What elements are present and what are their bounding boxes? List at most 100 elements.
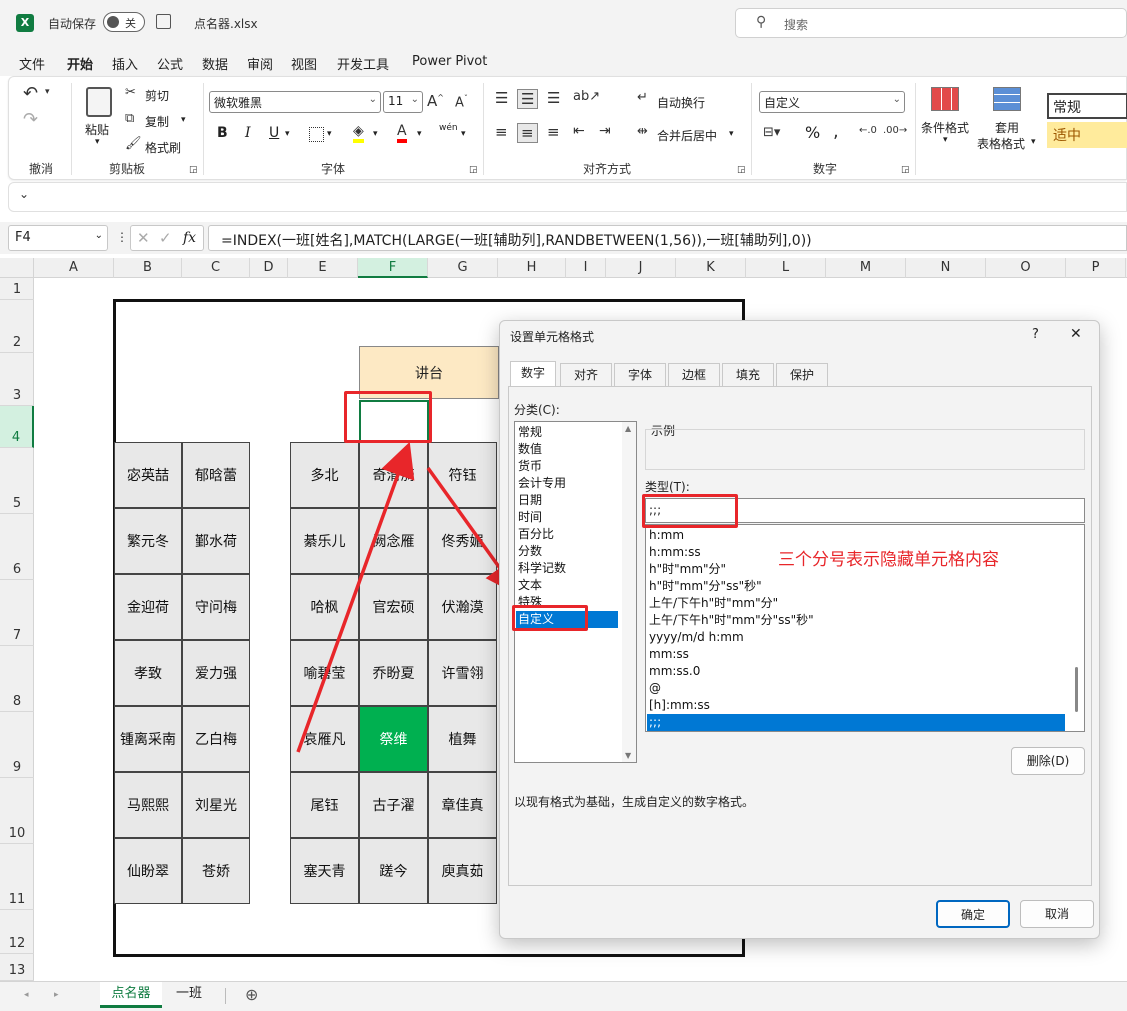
column-header-d[interactable]: D bbox=[250, 258, 288, 278]
seat-cell[interactable]: 仙盼翠 bbox=[114, 838, 182, 904]
scroll-right-icon[interactable]: ▸ bbox=[54, 990, 59, 1000]
style-neutral[interactable]: 适中 bbox=[1047, 122, 1127, 148]
seat-cell[interactable]: 哀雁凡 bbox=[290, 706, 359, 772]
copy-icon[interactable]: ⧉ bbox=[125, 111, 134, 126]
decrease-font-icon[interactable]: Aˇ bbox=[455, 94, 468, 110]
row-header-12[interactable]: 12 bbox=[0, 910, 34, 954]
menu-formulas[interactable]: 公式 bbox=[157, 54, 183, 73]
underline-button[interactable]: U bbox=[269, 125, 279, 141]
format-item[interactable]: h:mm bbox=[649, 527, 684, 544]
orientation-icon[interactable]: ab↗ bbox=[573, 89, 600, 104]
format-item[interactable]: h"时"mm"分" bbox=[649, 561, 726, 578]
seat-cell[interactable]: 乙白梅 bbox=[182, 706, 250, 772]
seat-cell[interactable]: 孝致 bbox=[114, 640, 182, 706]
column-header-j[interactable]: J bbox=[606, 258, 676, 278]
fill-color-icon[interactable]: ◈ bbox=[353, 123, 364, 143]
more-options-icon[interactable]: ⋮ bbox=[116, 230, 128, 244]
column-header-o[interactable]: O bbox=[986, 258, 1066, 278]
font-launcher-icon[interactable]: ◲ bbox=[469, 165, 478, 175]
merge-center-button[interactable]: 合并后居中 bbox=[657, 127, 717, 144]
column-header-i[interactable]: I bbox=[566, 258, 606, 278]
font-size-combo[interactable]: 11 ⌄ bbox=[383, 91, 423, 113]
seat-cell[interactable]: 古子濯 bbox=[359, 772, 428, 838]
decrease-decimal-icon[interactable]: .00→ bbox=[883, 125, 907, 136]
help-button[interactable]: ? bbox=[1032, 327, 1039, 342]
wrap-text-icon[interactable]: ↵ bbox=[637, 90, 648, 105]
seat-cell[interactable]: 章佳真 bbox=[428, 772, 497, 838]
menu-developer[interactable]: 开发工具 bbox=[337, 54, 389, 73]
menu-view[interactable]: 视图 bbox=[291, 54, 317, 73]
insert-function-icon[interactable]: fx bbox=[183, 230, 196, 246]
seat-cell[interactable]: 锺离采南 bbox=[114, 706, 182, 772]
font-color-icon[interactable]: A bbox=[397, 123, 407, 143]
table-format-button[interactable]: 表格格式 bbox=[977, 135, 1025, 152]
table-format-icon[interactable] bbox=[993, 87, 1021, 111]
column-header-l[interactable]: L bbox=[746, 258, 826, 278]
search-box[interactable]: ⚲ 搜索 bbox=[735, 8, 1127, 38]
row-header-3[interactable]: 3 bbox=[0, 353, 34, 406]
row-header-2[interactable]: 2 bbox=[0, 300, 34, 353]
row-header-11[interactable]: 11 bbox=[0, 844, 34, 910]
align-center-icon[interactable]: ≡ bbox=[517, 123, 538, 143]
conditional-format-button[interactable]: 条件格式 bbox=[921, 119, 969, 136]
row-header-5[interactable]: 5 bbox=[0, 448, 34, 514]
seat-cell[interactable]: 植舞 bbox=[428, 706, 497, 772]
format-item[interactable]: mm:ss bbox=[649, 646, 689, 663]
seat-cell[interactable]: 郁晗蕾 bbox=[182, 442, 250, 508]
menu-insert[interactable]: 插入 bbox=[112, 54, 138, 73]
category-item[interactable]: 分数 bbox=[518, 543, 542, 560]
comma-style-icon[interactable]: , bbox=[833, 121, 839, 142]
seat-cell[interactable]: 塞天青 bbox=[290, 838, 359, 904]
paste-button[interactable]: 粘贴 bbox=[85, 121, 109, 138]
row-header-7[interactable]: 7 bbox=[0, 580, 34, 646]
align-middle-icon[interactable]: ☰ bbox=[517, 89, 539, 109]
column-header-b[interactable]: B bbox=[114, 258, 182, 278]
category-item[interactable]: 会计专用 bbox=[518, 475, 566, 492]
column-header-n[interactable]: N bbox=[906, 258, 986, 278]
style-normal[interactable]: 常规 bbox=[1047, 93, 1127, 119]
seat-cell[interactable]: 伏瀚漠 bbox=[428, 574, 497, 640]
conditional-format-dropdown-icon[interactable]: ▾ bbox=[943, 135, 948, 145]
seat-cell[interactable]: 金迎荷 bbox=[114, 574, 182, 640]
scrollbar[interactable]: ▲ ▼ bbox=[622, 422, 636, 762]
column-header-c[interactable]: C bbox=[182, 258, 250, 278]
tab-number[interactable]: 数字 bbox=[510, 361, 556, 387]
number-launcher-icon[interactable]: ◲ bbox=[901, 165, 910, 175]
sheet-tab[interactable]: 一班 bbox=[166, 982, 212, 1008]
row-header-13[interactable]: 13 bbox=[0, 954, 34, 981]
font-name-combo[interactable]: 微软雅黑 ⌄ bbox=[209, 91, 381, 113]
autosave-toggle[interactable]: 关 bbox=[103, 12, 145, 32]
format-item[interactable]: @ bbox=[649, 680, 661, 697]
formula-input[interactable]: =INDEX(一班[姓名],MATCH(LARGE(一班[辅助列],RANDBE… bbox=[208, 225, 1127, 251]
seat-cell[interactable]: 宓英喆 bbox=[114, 442, 182, 508]
align-top-icon[interactable]: ☰ bbox=[495, 89, 508, 107]
seat-cell[interactable]: 繁元冬 bbox=[114, 508, 182, 574]
tab-alignment[interactable]: 对齐 bbox=[560, 363, 612, 387]
seat-cell[interactable]: 许雪翎 bbox=[428, 640, 497, 706]
seat-cell[interactable]: 哈枫 bbox=[290, 574, 359, 640]
cut-button[interactable]: 剪切 bbox=[145, 87, 169, 104]
seat-cell[interactable]: 马熙熙 bbox=[114, 772, 182, 838]
merge-center-icon[interactable]: ⇹ bbox=[637, 124, 648, 139]
seat-cell[interactable]: 鄞水荷 bbox=[182, 508, 250, 574]
row-header-4[interactable]: 4 bbox=[0, 406, 34, 448]
seat-cell[interactable]: 佟秀媚 bbox=[428, 508, 497, 574]
category-list[interactable]: 常规 数值 货币 会计专用 日期 时间 百分比 分数 科学记数 文本 特殊 自定义 ▲ ▼ bbox=[514, 421, 637, 763]
seat-cell[interactable]: 綦乐儿 bbox=[290, 508, 359, 574]
format-painter-icon[interactable]: 🖌 bbox=[125, 136, 142, 151]
select-all-corner[interactable] bbox=[0, 258, 34, 278]
table-format-label-1[interactable]: 套用 bbox=[995, 119, 1019, 136]
customize-toolbar-icon[interactable]: ⌄ bbox=[19, 187, 29, 201]
seat-cell[interactable]: 苍娇 bbox=[182, 838, 250, 904]
category-item[interactable]: 科学记数 bbox=[518, 560, 566, 577]
category-item[interactable]: 文本 bbox=[518, 577, 542, 594]
increase-font-icon[interactable]: A^ bbox=[427, 92, 444, 110]
currency-icon[interactable]: ⊟▾ bbox=[763, 125, 780, 140]
seat-cell[interactable]: 蹉今 bbox=[359, 838, 428, 904]
category-item[interactable]: 数值 bbox=[518, 441, 542, 458]
seat-cell[interactable]: 尾钰 bbox=[290, 772, 359, 838]
undo-icon[interactable]: ↶ bbox=[23, 83, 38, 104]
save-icon[interactable] bbox=[156, 14, 171, 29]
increase-decimal-icon[interactable]: ←.0 bbox=[859, 125, 877, 136]
tab-font[interactable]: 字体 bbox=[614, 363, 666, 387]
